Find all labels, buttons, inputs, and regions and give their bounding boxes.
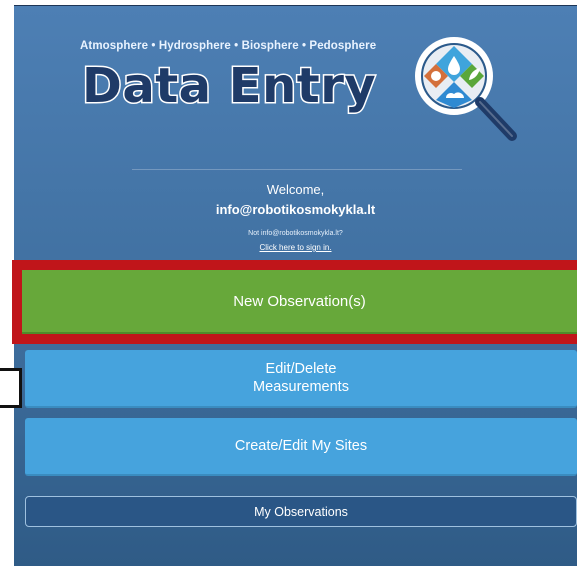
- my-observations-button[interactable]: My Observations: [25, 496, 577, 527]
- magnifier-globe-icon: [415, 37, 517, 141]
- page-title: Data Entry: [80, 57, 377, 116]
- new-observation-button[interactable]: New Observation(s): [22, 270, 577, 334]
- spheres-tagline: Atmosphere • Hydrosphere • Biosphere • P…: [80, 40, 377, 52]
- user-email: info@robotikosmokykla.lt: [215, 202, 376, 217]
- not-user-text: Not info@robotikosmokykla.lt?: [248, 230, 343, 237]
- welcome-text: Welcome,: [266, 182, 325, 197]
- edit-delete-label-line1: Edit/Delete: [265, 361, 337, 377]
- header-divider: [132, 169, 462, 170]
- edit-delete-label-line2: Measurements: [253, 379, 349, 395]
- sign-in-link[interactable]: Click here to sign in.: [14, 243, 577, 252]
- edit-delete-measurements-button[interactable]: Edit/Delete Measurements: [25, 350, 577, 408]
- create-edit-sites-button[interactable]: Create/Edit My Sites: [25, 418, 577, 476]
- annotation-marker: [0, 368, 22, 408]
